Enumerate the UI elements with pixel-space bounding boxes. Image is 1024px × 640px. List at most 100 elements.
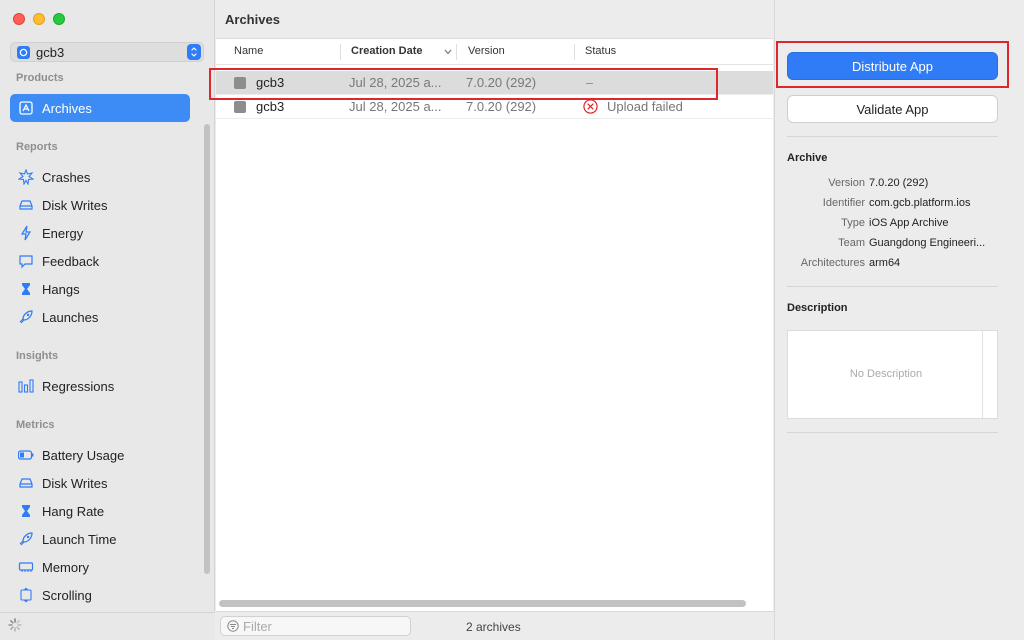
divider — [787, 136, 998, 137]
sidebar-item-label: Launch Time — [42, 531, 117, 547]
section-insights: Insights — [16, 350, 59, 362]
description-section-title: Description — [787, 302, 848, 314]
sidebar-item-label: Launches — [42, 309, 99, 325]
sidebar: gcb3 Products Archives Reports Crashes D… — [0, 0, 215, 640]
column-divider — [340, 44, 341, 60]
speech-bubble-icon — [18, 253, 34, 269]
zoom-window-button[interactable] — [53, 13, 65, 25]
validate-app-button[interactable]: Validate App — [787, 95, 998, 123]
main-header: Archives — [216, 0, 773, 39]
page-title: Archives — [225, 12, 280, 27]
archives-panel: Archives Name Creation Date Version Stat… — [209, 0, 773, 640]
minimize-window-button[interactable] — [33, 13, 45, 25]
sidebar-item-hang-rate[interactable]: Hang Rate — [10, 497, 190, 525]
sidebar-item-scrolling[interactable]: Scrolling — [10, 581, 190, 609]
sidebar-item-launches[interactable]: Launches — [10, 303, 190, 331]
app-selector[interactable]: gcb3 — [10, 42, 204, 62]
activity-spinner-icon — [8, 618, 22, 632]
sidebar-item-label: Battery Usage — [42, 447, 125, 463]
horizontal-scrollbar[interactable] — [219, 600, 746, 607]
sidebar-scrollbar[interactable] — [204, 124, 210, 574]
hourglass-icon — [18, 281, 34, 297]
bolt-icon — [18, 225, 34, 241]
sidebar-item-battery-usage[interactable]: Battery Usage — [10, 441, 190, 469]
column-status[interactable]: Status — [585, 45, 616, 57]
chevron-updown-icon[interactable] — [187, 44, 201, 60]
scroll-arrows-icon — [18, 587, 34, 603]
sidebar-item-label: Disk Writes — [42, 475, 108, 491]
sidebar-item-hangs[interactable]: Hangs — [10, 275, 190, 303]
field-value: com.gcb.platform.ios — [869, 197, 971, 209]
sidebar-item-energy[interactable]: Energy — [10, 219, 190, 247]
hourglass-icon — [18, 503, 34, 519]
sidebar-item-label: Memory — [42, 559, 89, 575]
divider — [787, 286, 998, 287]
battery-icon — [18, 447, 34, 463]
disk-icon — [18, 197, 34, 213]
sidebar-item-label: Archives — [42, 100, 92, 116]
sidebar-item-label: Energy — [42, 225, 84, 241]
sidebar-item-disk-writes-metric[interactable]: Disk Writes — [10, 469, 190, 497]
window-controls — [13, 13, 65, 25]
divider — [787, 432, 998, 433]
table-header: Name Creation Date Version Status — [216, 39, 773, 65]
field-value: iOS App Archive — [869, 217, 949, 229]
sidebar-item-label: Feedback — [42, 253, 100, 269]
sidebar-item-regressions[interactable]: Regressions — [10, 372, 190, 400]
rocket-icon — [18, 531, 34, 547]
app-selector-label: gcb3 — [36, 44, 65, 60]
sidebar-item-label: Scrolling — [42, 587, 92, 603]
column-version[interactable]: Version — [468, 45, 505, 57]
column-creation-date[interactable]: Creation Date — [351, 45, 423, 57]
archive-count: 2 archives — [466, 620, 521, 634]
app-icon — [17, 45, 30, 59]
memory-chip-icon — [18, 559, 34, 575]
archive-icon — [18, 100, 34, 116]
sidebar-item-label: Hang Rate — [42, 503, 105, 519]
sidebar-item-memory[interactable]: Memory — [10, 553, 190, 581]
rocket-icon — [18, 309, 34, 325]
sidebar-footer — [0, 612, 215, 640]
archive-file-icon — [234, 101, 246, 113]
section-reports: Reports — [16, 141, 58, 153]
highlight-box-selected-row — [209, 68, 718, 100]
sidebar-item-feedback[interactable]: Feedback — [10, 247, 190, 275]
field-label: Version — [828, 177, 865, 189]
sidebar-item-label: Crashes — [42, 169, 91, 185]
cell-name: gcb3 — [256, 99, 285, 114]
disk-icon — [18, 475, 34, 491]
field-value: arm64 — [869, 257, 901, 269]
section-metrics: Metrics — [16, 419, 55, 431]
sidebar-item-launch-time[interactable]: Launch Time — [10, 525, 190, 553]
field-label: Identifier — [822, 197, 865, 209]
column-divider — [574, 44, 575, 60]
crash-burst-icon — [18, 169, 34, 185]
sidebar-item-label: Hangs — [42, 281, 80, 297]
error-x-icon — [583, 99, 598, 114]
bar-chart-icon — [18, 378, 34, 394]
field-label: Type — [841, 217, 865, 229]
archive-section-title: Archive — [787, 152, 828, 164]
sidebar-item-label: Regressions — [42, 378, 115, 394]
cell-date: Jul 28, 2025 a... — [349, 99, 442, 114]
filter-input[interactable] — [243, 618, 393, 634]
inspector-panel: Distribute App Validate App Archive Vers… — [774, 0, 1024, 640]
filter-field[interactable] — [220, 616, 411, 636]
sidebar-item-label: Disk Writes — [42, 197, 108, 213]
filter-icon — [227, 620, 239, 632]
field-value: Guangdong Engineeri... — [869, 237, 986, 249]
sidebar-item-archives[interactable]: Archives — [10, 94, 190, 122]
field-value: 7.0.20 (292) — [869, 177, 929, 189]
field-label: Team — [838, 237, 865, 249]
description-placeholder: No Description — [849, 368, 923, 380]
description-text-area[interactable]: No Description — [787, 330, 998, 419]
column-name[interactable]: Name — [234, 45, 263, 57]
sidebar-item-crashes[interactable]: Crashes — [10, 163, 190, 191]
field-label: Architectures — [800, 257, 865, 269]
main-footer: 2 archives — [216, 611, 773, 640]
section-products: Products — [16, 72, 64, 84]
sidebar-item-disk-writes[interactable]: Disk Writes — [10, 191, 190, 219]
cell-version: 7.0.20 (292) — [466, 99, 537, 114]
sort-chevron-down-icon — [444, 49, 452, 55]
close-window-button[interactable] — [13, 13, 25, 25]
